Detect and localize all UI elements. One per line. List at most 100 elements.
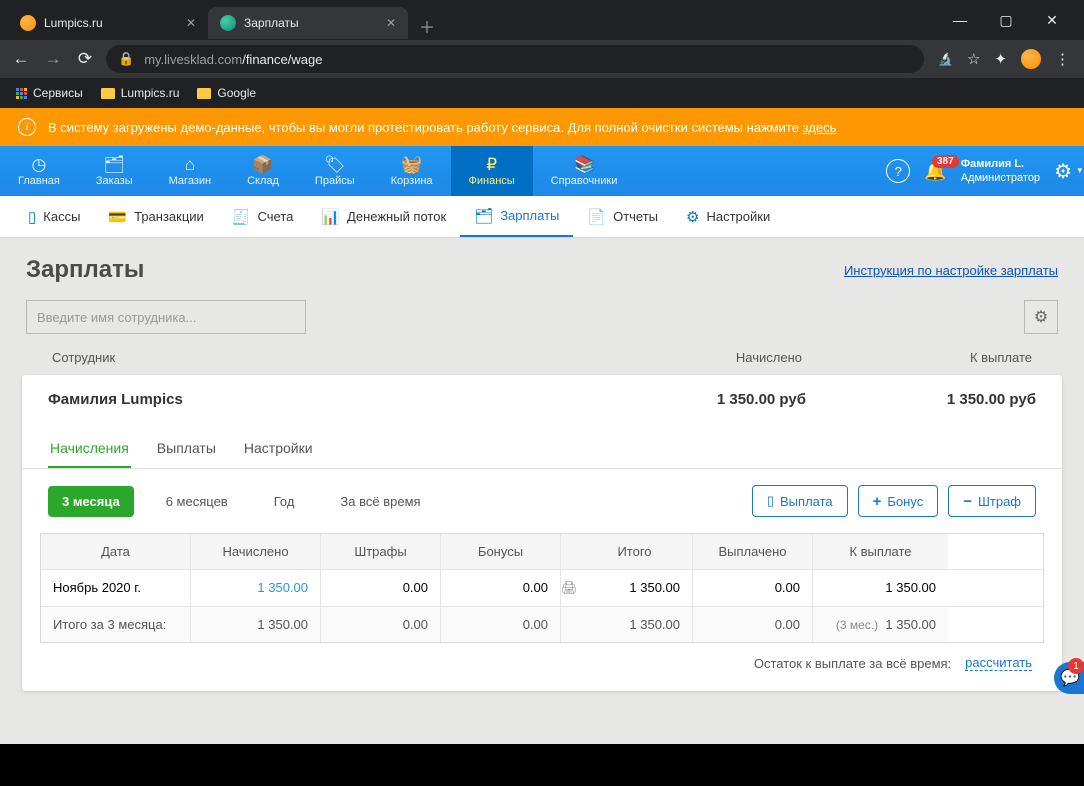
folder-icon — [101, 88, 115, 99]
tab-accruals[interactable]: Начисления — [48, 432, 131, 468]
folder-icon — [197, 88, 211, 99]
profile-avatar-icon[interactable] — [1021, 49, 1041, 69]
nav-finance[interactable]: ₽Финансы — [451, 146, 533, 196]
employee-name: Фамилия Lumpics — [48, 391, 546, 408]
subnav-transactions[interactable]: 💳Транзакции — [94, 196, 217, 237]
subnav-cashflow[interactable]: 📊Денежный поток — [307, 196, 460, 237]
close-icon[interactable]: ✕ — [386, 16, 396, 30]
banner-link[interactable]: здесь — [803, 120, 837, 135]
data-table: Дата Начислено Штрафы Бонусы Итого Выпла… — [40, 533, 1044, 643]
minus-icon: − — [963, 494, 972, 509]
subnav-invoices[interactable]: 🧾Счета — [218, 196, 308, 237]
new-tab-button[interactable]: ＋ — [414, 13, 440, 39]
settings-menu[interactable]: ⚙▾ — [1054, 159, 1072, 184]
nav-shop[interactable]: ⌂Магазин — [151, 146, 229, 196]
range-year[interactable]: Год — [260, 486, 309, 517]
search-input[interactable]: Введите имя сотрудника... — [26, 300, 306, 334]
instruction-link[interactable]: Инструкция по настройке зарплаты — [844, 263, 1058, 278]
bookmark-folder[interactable]: Google — [197, 86, 256, 100]
plus-icon: + — [873, 494, 882, 509]
address-bar: ← → ⟳ 🔒 my.livesklad.com/finance/wage 🔬 … — [0, 40, 1084, 78]
subnav-wages[interactable]: 🗂Зарплаты — [460, 196, 573, 237]
print-button[interactable]: 🖨 — [561, 570, 577, 606]
bookmarks-bar: Сервисы Lumpics.ru Google — [0, 78, 1084, 108]
url-input[interactable]: 🔒 my.livesklad.com/finance/wage — [106, 45, 924, 73]
subnav-cashboxes[interactable]: ▯Кассы — [14, 196, 94, 237]
table-header: Дата Начислено Штрафы Бонусы Итого Выпла… — [41, 534, 1043, 570]
range-6m[interactable]: 6 месяцев — [152, 486, 242, 517]
gear-icon: ⚙ — [686, 208, 699, 226]
tab-title: Lumpics.ru — [44, 16, 103, 30]
info-icon: i — [18, 118, 36, 136]
page-title: Зарплаты — [26, 256, 144, 284]
nav-warehouse[interactable]: 📦Склад — [229, 146, 297, 196]
table-row: Ноябрь 2020 г. 1 350.00 0.00 0.00 🖨 1 35… — [41, 570, 1043, 607]
notifications-button[interactable]: 🔔387 — [924, 161, 946, 182]
nav-home[interactable]: ◷Главная — [0, 146, 78, 196]
chat-badge: 1 — [1068, 658, 1084, 674]
list-header: СотрудникНачисленоК выплате — [26, 340, 1058, 375]
books-icon: 📚 — [573, 156, 594, 173]
accrued-total: 1 350.00 руб — [546, 391, 806, 408]
settings-button[interactable]: ⚙ — [1024, 300, 1058, 334]
extension-icon[interactable]: ✦ — [994, 50, 1007, 68]
nav-cart[interactable]: 🧺Корзина — [373, 146, 451, 196]
close-button[interactable]: ✕ — [1040, 12, 1064, 29]
bonus-button[interactable]: +Бонус — [858, 485, 939, 517]
lock-icon: 🔒 — [118, 51, 134, 67]
browser-tab-1[interactable]: Lumpics.ru ✕ — [8, 7, 208, 39]
apps-button[interactable]: Сервисы — [16, 86, 83, 100]
calculate-link[interactable]: рассчитать — [965, 655, 1032, 671]
bookmark-folder[interactable]: Lumpics.ru — [101, 86, 180, 100]
translate-icon[interactable]: 🔬 — [938, 52, 953, 66]
chat-widget[interactable]: 💬 1 — [1054, 662, 1084, 694]
tab-settings[interactable]: Настройки — [242, 432, 315, 468]
star-icon[interactable]: ☆ — [967, 50, 980, 68]
tab-favicon-icon — [220, 15, 236, 31]
gauge-icon: ◷ — [32, 156, 47, 173]
range-all[interactable]: За всё время — [326, 486, 434, 517]
browser-tab-2[interactable]: Зарплаты ✕ — [208, 7, 408, 39]
shop-icon: ⌂ — [185, 156, 195, 173]
accrued-link[interactable]: 1 350.00 — [191, 570, 321, 606]
folder-icon: 🗂 — [474, 207, 493, 225]
gear-icon: ⚙ — [1034, 307, 1048, 327]
demo-banner: i В систему загружены демо-данные, чтобы… — [0, 108, 1084, 146]
subnav-reports[interactable]: 📄Отчеты — [573, 196, 672, 237]
card-icon: 💳 — [108, 208, 127, 226]
range-3m[interactable]: 3 месяца — [48, 486, 134, 517]
maximize-button[interactable]: ▢ — [994, 12, 1018, 29]
menu-icon[interactable]: ⋮ — [1055, 50, 1070, 68]
nav-prices[interactable]: 🏷Прайсы — [297, 146, 373, 196]
cash-icon: ▯ — [28, 208, 36, 226]
cash-icon: ▯ — [767, 493, 774, 509]
apps-grid-icon — [16, 88, 27, 99]
fine-button[interactable]: −Штраф — [948, 485, 1036, 517]
subnav-settings[interactable]: ⚙Настройки — [672, 196, 784, 237]
chevron-down-icon: ▾ — [1077, 165, 1082, 176]
browser-titlebar: Lumpics.ru ✕ Зарплаты ✕ ＋ ― ▢ ✕ — [0, 0, 1084, 40]
box-icon: 📦 — [252, 156, 273, 173]
user-menu[interactable]: Фамилия L. Администратор — [961, 157, 1040, 186]
back-button[interactable]: ← — [10, 49, 32, 69]
sub-nav: ▯Кассы 💳Транзакции 🧾Счета 📊Денежный пото… — [0, 196, 1084, 238]
nav-reference[interactable]: 📚Справочники — [533, 146, 636, 196]
nav-orders[interactable]: 🗂Заказы — [78, 146, 151, 196]
payout-button[interactable]: ▯Выплата — [752, 485, 848, 517]
tag-icon: 🏷 — [324, 156, 346, 173]
minimize-button[interactable]: ― — [948, 12, 972, 29]
ruble-icon: ₽ — [486, 156, 497, 173]
balance-label: Остаток к выплате за всё время: — [754, 656, 951, 671]
document-icon: 📄 — [587, 208, 606, 226]
help-button[interactable]: ? — [886, 159, 910, 183]
notification-badge: 387 — [932, 155, 959, 168]
payout-total: 1 350.00 руб — [806, 391, 1036, 408]
forward-button[interactable]: → — [42, 49, 64, 69]
reload-button[interactable]: ⟳ — [74, 49, 96, 69]
tab-title: Зарплаты — [244, 16, 299, 30]
tab-payouts[interactable]: Выплаты — [155, 432, 218, 468]
table-total-row: Итого за 3 месяца: 1 350.00 0.00 0.00 1 … — [41, 607, 1043, 642]
close-icon[interactable]: ✕ — [186, 16, 196, 30]
basket-icon: 🧺 — [401, 156, 422, 173]
tab-favicon-icon — [20, 15, 36, 31]
